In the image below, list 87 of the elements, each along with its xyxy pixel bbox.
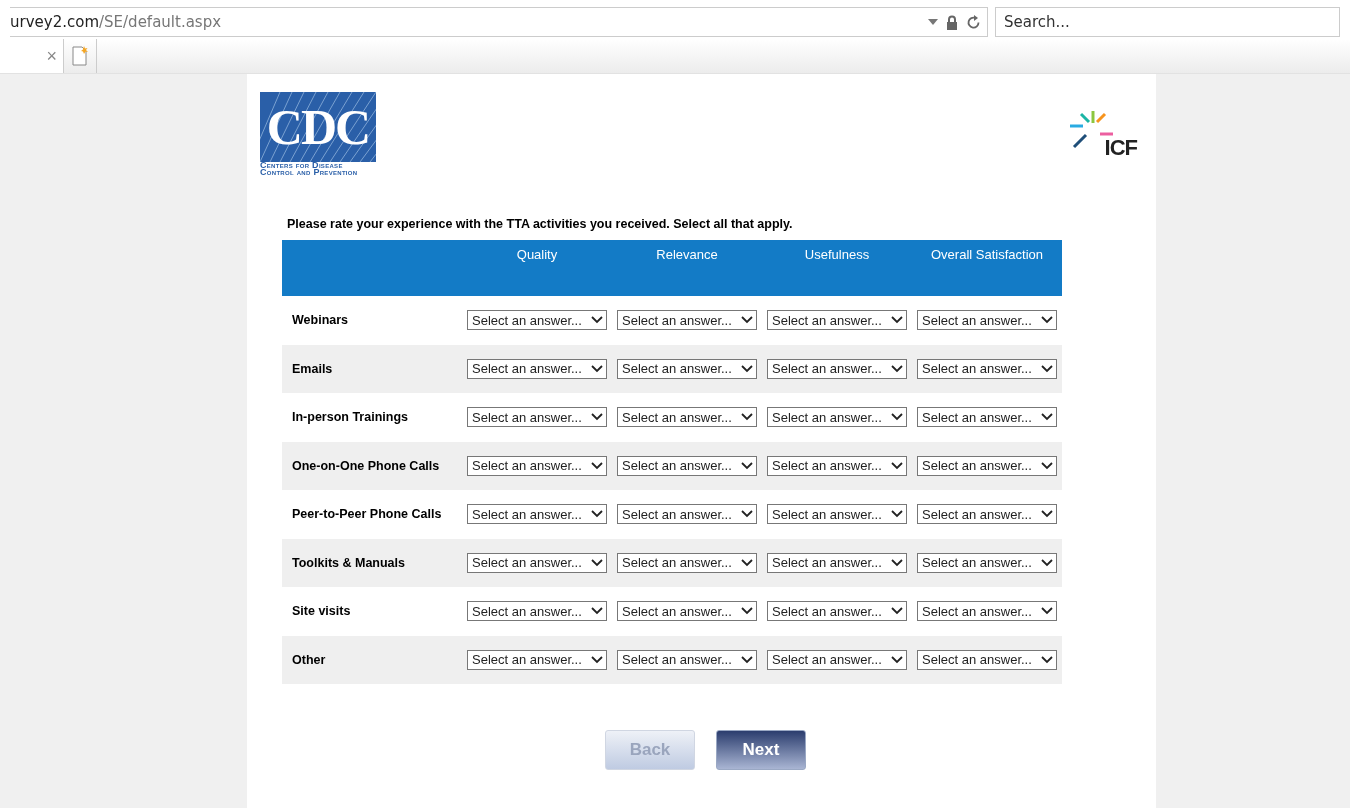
refresh-icon[interactable] [966, 14, 981, 30]
chevron-down-icon [591, 364, 603, 373]
chevron-down-icon [741, 510, 753, 519]
answer-dropdown[interactable]: Select an answer... [917, 358, 1057, 379]
answer-dropdown[interactable]: Select an answer... [617, 552, 757, 573]
answer-dropdown[interactable]: Select an answer... [917, 407, 1057, 428]
chevron-down-icon [741, 558, 753, 567]
chevron-down-icon [891, 607, 903, 616]
answer-dropdown[interactable]: Select an answer... [467, 504, 607, 525]
chevron-down-icon [1041, 510, 1053, 519]
answer-dropdown[interactable]: Select an answer... [767, 455, 907, 476]
row-label: Other [291, 652, 327, 667]
row-label: Webinars [291, 313, 350, 328]
answer-dropdown[interactable]: Select an answer... [917, 601, 1057, 622]
answer-dropdown[interactable]: Select an answer... [767, 649, 907, 670]
answer-dropdown[interactable]: Select an answer... [767, 504, 907, 525]
answer-dropdown[interactable]: Select an answer... [617, 358, 757, 379]
answer-dropdown[interactable]: Select an answer... [767, 407, 907, 428]
answer-dropdown[interactable]: Select an answer... [767, 358, 907, 379]
chevron-down-icon [891, 510, 903, 519]
chevron-down-icon [591, 461, 603, 470]
answer-dropdown[interactable]: Select an answer... [767, 601, 907, 622]
answer-dropdown[interactable]: Select an answer... [767, 552, 907, 573]
answer-dropdown[interactable]: Select an answer... [917, 552, 1057, 573]
row-label: Site visits [291, 604, 352, 619]
chevron-down-icon [891, 655, 903, 664]
answer-dropdown[interactable]: Select an answer... [467, 358, 607, 379]
row-label: Peer-to-Peer Phone Calls [291, 507, 443, 522]
chevron-down-icon [591, 413, 603, 422]
chevron-down-icon [741, 316, 753, 325]
chevron-down-icon [1041, 461, 1053, 470]
answer-dropdown[interactable]: Select an answer... [767, 310, 907, 331]
chevron-down-icon [1041, 607, 1053, 616]
answer-dropdown[interactable]: Select an answer... [617, 504, 757, 525]
answer-dropdown[interactable]: Select an answer... [467, 407, 607, 428]
answer-dropdown[interactable]: Select an answer... [467, 552, 607, 573]
lock-icon [946, 14, 958, 30]
chevron-down-icon [591, 316, 603, 325]
chevron-down-icon [1041, 558, 1053, 567]
chevron-down-icon [1041, 413, 1053, 422]
row-label: One-on-One Phone Calls [291, 458, 441, 473]
answer-dropdown[interactable]: Select an answer... [917, 455, 1057, 476]
answer-dropdown[interactable]: Select an answer... [617, 601, 757, 622]
column-header: Overall Satisfaction [930, 246, 1044, 264]
address-bar[interactable]: urvey2.com/SE/default.aspx [10, 7, 988, 37]
column-header: Quality [515, 246, 559, 264]
column-header: Usefulness [803, 246, 871, 264]
answer-dropdown[interactable]: Select an answer... [917, 504, 1057, 525]
chevron-down-icon [591, 607, 603, 616]
chevron-down-icon [891, 364, 903, 373]
answer-dropdown[interactable]: Select an answer... [617, 407, 757, 428]
next-button[interactable]: Next [716, 730, 806, 770]
chevron-down-icon [891, 413, 903, 422]
chevron-down-icon [741, 655, 753, 664]
answer-dropdown[interactable]: Select an answer... [467, 649, 607, 670]
answer-dropdown[interactable]: Select an answer... [617, 310, 757, 331]
chevron-down-icon [741, 461, 753, 470]
dropdown-icon[interactable] [928, 19, 938, 25]
answer-dropdown[interactable]: Select an answer... [617, 455, 757, 476]
answer-dropdown[interactable]: Select an answer... [617, 649, 757, 670]
new-page-icon [72, 46, 88, 66]
chevron-down-icon [1041, 364, 1053, 373]
row-label: Toolkits & Manuals [291, 555, 406, 570]
row-label: In-person Trainings [291, 410, 409, 425]
chevron-down-icon [1041, 316, 1053, 325]
answer-dropdown[interactable]: Select an answer... [467, 310, 607, 331]
answer-dropdown[interactable]: Select an answer... [467, 455, 607, 476]
chevron-down-icon [891, 558, 903, 567]
column-header: Relevance [655, 246, 719, 264]
chevron-down-icon [591, 655, 603, 664]
answer-dropdown[interactable]: Select an answer... [917, 310, 1057, 331]
answer-dropdown[interactable]: Select an answer... [917, 649, 1057, 670]
icf-logo: ICF [1067, 109, 1137, 164]
chevron-down-icon [741, 413, 753, 422]
chevron-down-icon [1041, 655, 1053, 664]
chevron-down-icon [591, 558, 603, 567]
chevron-down-icon [741, 364, 753, 373]
close-tab-button[interactable]: × [46, 45, 57, 67]
answer-dropdown[interactable]: Select an answer... [467, 601, 607, 622]
chevron-down-icon [741, 607, 753, 616]
chevron-down-icon [891, 461, 903, 470]
search-field[interactable]: Search... [995, 7, 1340, 37]
chevron-down-icon [591, 510, 603, 519]
chevron-down-icon [891, 316, 903, 325]
question-text: Please rate your experience with the TTA activities you received. Select all that apply. [287, 217, 794, 231]
row-label: Emails [291, 361, 334, 376]
url-text: urvey2.com/SE/default.aspx [10, 13, 222, 31]
